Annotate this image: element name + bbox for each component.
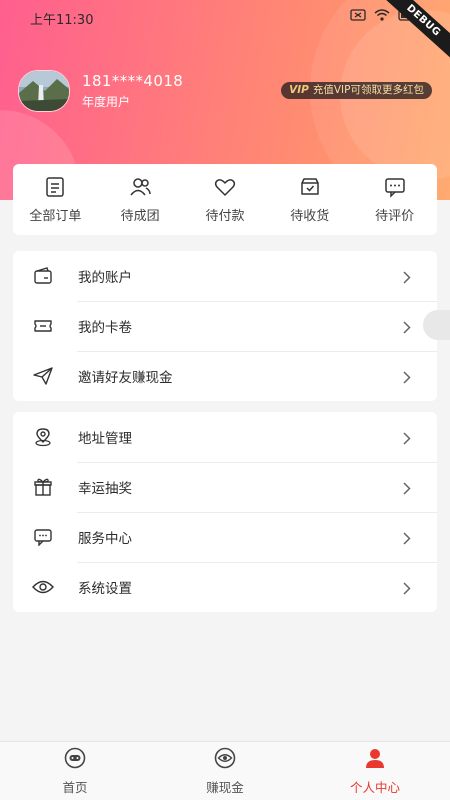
order-item-label: 待成团	[120, 209, 160, 224]
vip-banner-text: 充值VIP可领取更多红包	[312, 84, 424, 96]
gift-icon	[32, 476, 54, 498]
order-item-label: 全部订单	[29, 209, 82, 224]
nav-home[interactable]: 首页	[0, 742, 150, 800]
user-type: 年度用户	[82, 95, 131, 109]
nav-label: 赚现金	[206, 779, 244, 795]
order-pending-receipt-button[interactable]: 待收货	[268, 175, 352, 224]
chevron-right-icon	[403, 580, 411, 599]
ticket-icon	[32, 315, 54, 337]
order-status-card: 全部订单 待成团 待付款 待收货 待评价	[13, 164, 437, 235]
vip-tag: VIP	[289, 84, 309, 96]
home-icon	[64, 747, 86, 773]
vip-banner[interactable]: VIP 充值VIP可领取更多红包	[281, 82, 432, 99]
location-icon	[32, 426, 54, 448]
user-phone: 181****4018	[82, 72, 184, 90]
chevron-right-icon	[403, 369, 411, 388]
chevron-right-icon	[403, 430, 411, 449]
eye-icon	[32, 576, 54, 598]
menu-item-service-center[interactable]: 服务中心	[13, 512, 437, 562]
nav-label: 个人中心	[349, 779, 400, 795]
menu-item-label: 我的卡卷	[78, 320, 132, 336]
menu-item-system-settings[interactable]: 系统设置	[13, 562, 437, 612]
floating-side-handle[interactable]	[423, 310, 450, 340]
person-icon	[364, 747, 386, 773]
menu-item-label: 我的账户	[78, 270, 132, 286]
order-list-icon	[43, 175, 67, 199]
order-item-label: 待收货	[290, 209, 330, 224]
avatar[interactable]	[18, 70, 70, 112]
menu-item-invite-friends[interactable]: 邀请好友赚现金	[13, 351, 437, 401]
order-item-label: 待评价	[375, 209, 415, 224]
eye-icon	[214, 747, 236, 773]
menu-item-my-coupons[interactable]: 我的卡卷	[13, 301, 437, 351]
chat-icon	[32, 526, 54, 548]
order-pending-group-button[interactable]: 待成团	[98, 175, 182, 224]
wallet-icon	[32, 265, 54, 287]
package-icon	[298, 175, 322, 199]
heart-icon	[213, 175, 237, 199]
nav-label: 首页	[62, 779, 88, 795]
wifi-icon	[374, 9, 390, 21]
chevron-right-icon	[403, 269, 411, 288]
order-all-button[interactable]: 全部订单	[13, 175, 97, 224]
order-item-label: 待付款	[205, 209, 245, 224]
group-icon	[128, 175, 152, 199]
menu-group-account: 我的账户 我的卡卷 邀请好友赚现金	[13, 251, 437, 401]
menu-item-label: 幸运抽奖	[78, 481, 132, 497]
menu-group-settings: 地址管理 幸运抽奖 服务中心 系统设置	[13, 412, 437, 612]
nav-personal-center[interactable]: 个人中心	[300, 742, 450, 800]
nav-earn-cash[interactable]: 赚现金	[150, 742, 300, 800]
menu-item-address[interactable]: 地址管理	[13, 412, 437, 462]
order-pending-review-button[interactable]: 待评价	[353, 175, 437, 224]
menu-item-label: 系统设置	[78, 581, 132, 597]
chevron-right-icon	[403, 319, 411, 338]
menu-item-label: 邀请好友赚现金	[78, 370, 173, 386]
chevron-right-icon	[403, 530, 411, 549]
status-time: 上午11:30	[30, 13, 94, 28]
bottom-navigation: 首页 赚现金 个人中心	[0, 741, 450, 800]
menu-item-label: 服务中心	[78, 531, 132, 547]
menu-item-label: 地址管理	[78, 431, 132, 447]
chevron-right-icon	[403, 480, 411, 499]
menu-item-lucky-draw[interactable]: 幸运抽奖	[13, 462, 437, 512]
menu-item-my-account[interactable]: 我的账户	[13, 251, 437, 301]
paper-plane-icon	[32, 365, 54, 387]
order-pending-payment-button[interactable]: 待付款	[183, 175, 267, 224]
status-bar: 上午11:30	[0, 0, 450, 34]
comment-icon	[383, 175, 407, 199]
notification-icon	[350, 9, 366, 21]
